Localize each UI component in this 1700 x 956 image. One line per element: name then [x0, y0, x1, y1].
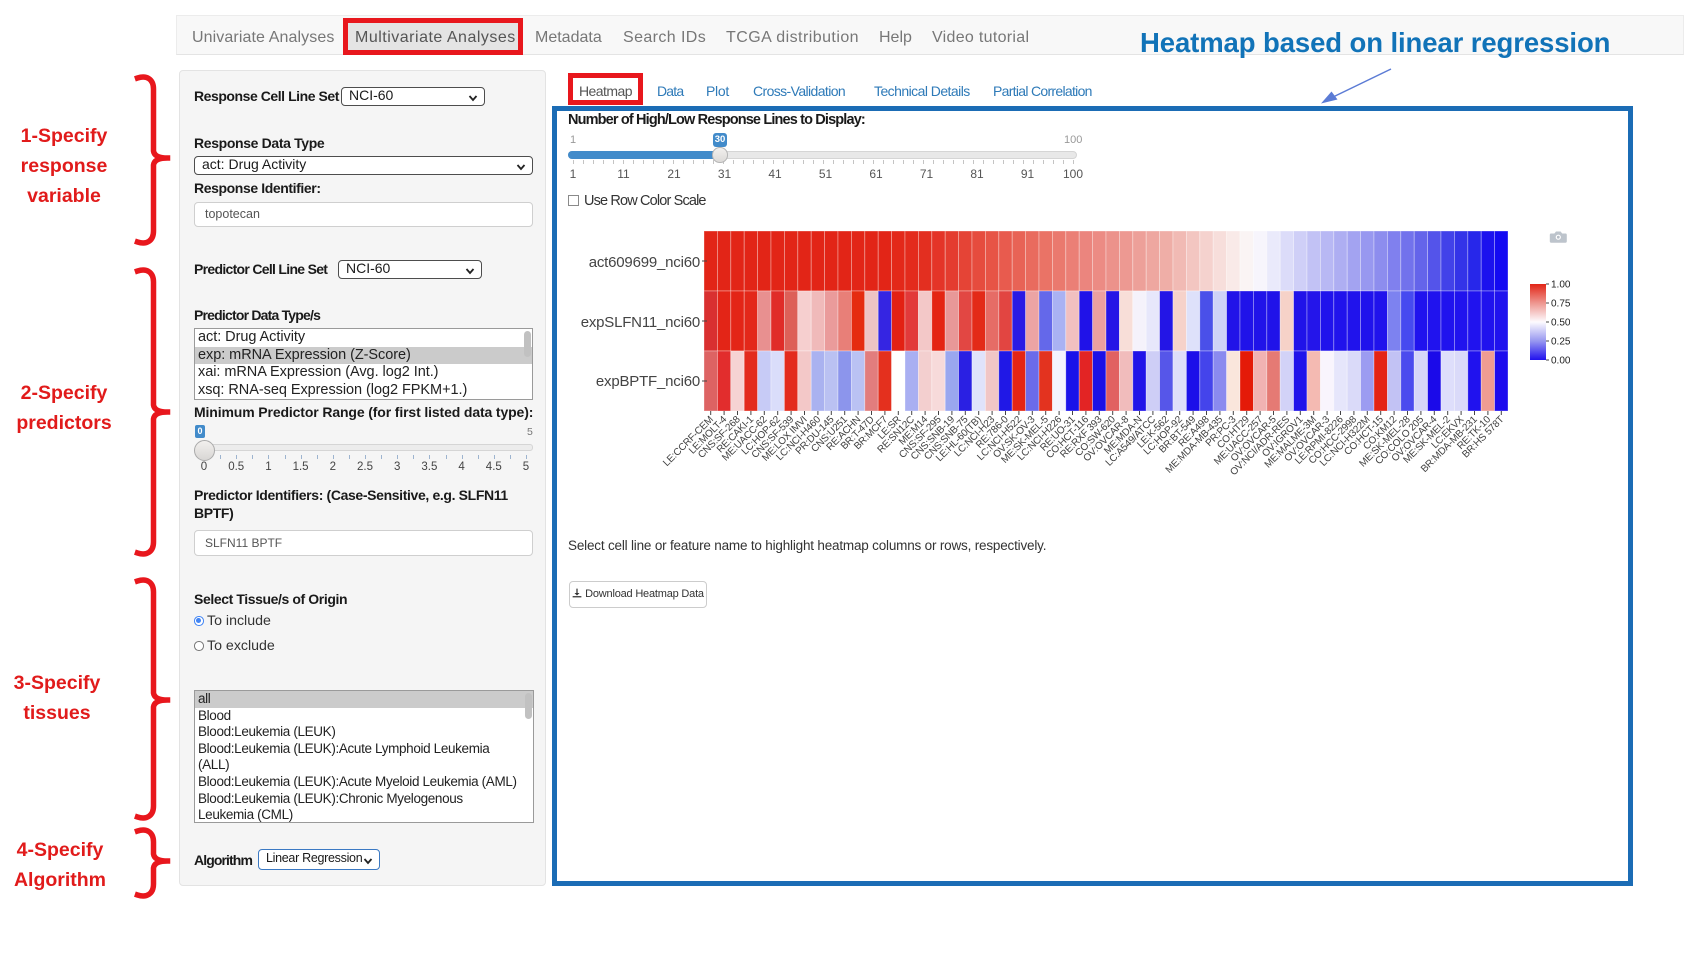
svg-text:0.50: 0.50 — [1551, 318, 1571, 329]
svg-text:act609699_nci60: act609699_nci60 — [589, 254, 700, 271]
svg-text:0.75: 0.75 — [1551, 299, 1571, 310]
svg-text:0.25: 0.25 — [1551, 337, 1571, 348]
svg-text:expBPTF_nci60: expBPTF_nci60 — [596, 373, 700, 390]
svg-text:expSLFN11_nci60: expSLFN11_nci60 — [581, 314, 700, 331]
svg-text:0.00: 0.00 — [1551, 356, 1571, 367]
svg-text:1.00: 1.00 — [1551, 280, 1571, 291]
